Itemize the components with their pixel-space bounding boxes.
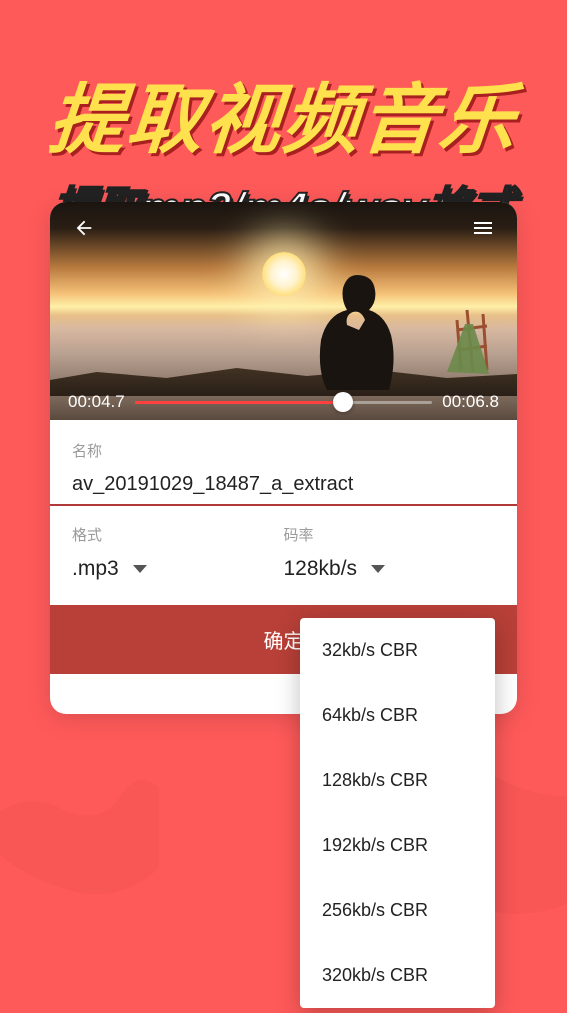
seek-fill: [135, 401, 343, 404]
video-content-person: [297, 260, 417, 390]
dropdown-item[interactable]: 320kb/s CBR: [300, 943, 495, 1008]
format-label: 格式: [72, 524, 284, 545]
dropdown-item[interactable]: 192kb/s CBR: [300, 813, 495, 878]
video-content-tent: [447, 300, 507, 380]
format-value: .mp3: [72, 557, 119, 581]
name-label: 名称: [50, 440, 517, 461]
back-button[interactable]: [68, 212, 100, 244]
chevron-down-icon: [133, 565, 147, 573]
bitrate-select[interactable]: 128kb/s: [284, 551, 496, 587]
menu-button[interactable]: [467, 212, 499, 244]
dropdown-item[interactable]: 256kb/s CBR: [300, 878, 495, 943]
bitrate-label: 码率: [284, 524, 496, 545]
video-preview[interactable]: 00:04.7 00:06.8: [50, 202, 517, 420]
video-seek-bar[interactable]: [135, 401, 433, 404]
current-time: 00:04.7: [68, 392, 125, 412]
page-title: 提取视频音乐: [0, 58, 567, 168]
dropdown-item[interactable]: 32kb/s CBR: [300, 618, 495, 683]
bitrate-dropdown: 32kb/s CBR 64kb/s CBR 128kb/s CBR 192kb/…: [300, 618, 495, 1008]
extract-card: 00:04.7 00:06.8 名称 av_20191029_18487_a_e…: [50, 202, 517, 714]
bitrate-value: 128kb/s: [284, 557, 358, 581]
total-time: 00:06.8: [442, 392, 499, 412]
seek-thumb[interactable]: [333, 392, 353, 412]
dropdown-item[interactable]: 64kb/s CBR: [300, 683, 495, 748]
format-select[interactable]: .mp3: [72, 551, 284, 587]
chevron-down-icon: [371, 565, 385, 573]
dropdown-item[interactable]: 128kb/s CBR: [300, 748, 495, 813]
name-input[interactable]: av_20191029_18487_a_extract: [50, 467, 517, 506]
